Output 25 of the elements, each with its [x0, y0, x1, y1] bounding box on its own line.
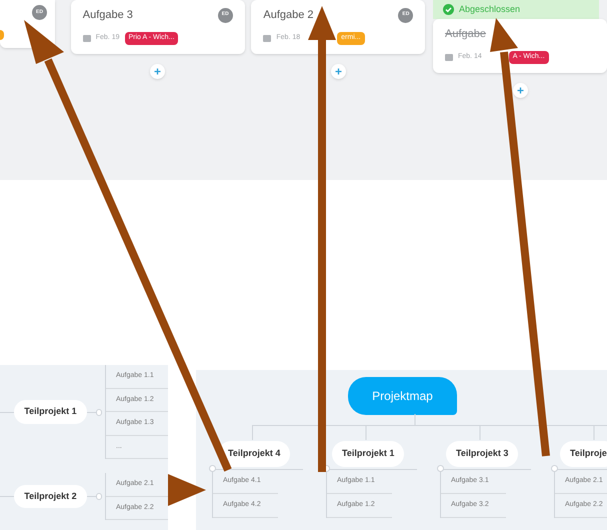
plus-icon	[154, 68, 162, 74]
branch-node[interactable]: Teilprojekt 1	[14, 400, 87, 424]
check-circle-icon	[443, 4, 454, 15]
plus-icon	[516, 86, 524, 94]
node-handle[interactable]	[96, 493, 102, 500]
column-title: Abgeschlossen	[459, 2, 520, 16]
node-handle[interactable]	[551, 464, 558, 472]
plus-icon	[334, 68, 342, 74]
node-handle[interactable]	[437, 464, 444, 472]
calendar-icon	[445, 53, 453, 62]
node-handle[interactable]	[96, 408, 102, 416]
add-button[interactable]	[330, 64, 346, 78]
branch-node[interactable]: Teilproje	[560, 441, 607, 466]
task-title: Aufgabe	[445, 26, 486, 42]
branch-node[interactable]: Teilprojekt 1	[332, 441, 404, 466]
branch-node[interactable]: Teilprojekt 3	[446, 441, 518, 466]
task-title: Aufgabe 3	[82, 8, 133, 23]
calendar-icon	[263, 34, 272, 42]
root-node[interactable]: Projektmap	[348, 377, 457, 415]
add-button[interactable]	[512, 82, 528, 98]
branch-node[interactable]: Teilprojekt 2	[14, 484, 87, 508]
node-handle[interactable]	[209, 464, 216, 472]
calendar-icon	[82, 34, 91, 42]
add-button[interactable]	[150, 64, 166, 78]
task-title: Aufgabe 2	[263, 8, 314, 23]
